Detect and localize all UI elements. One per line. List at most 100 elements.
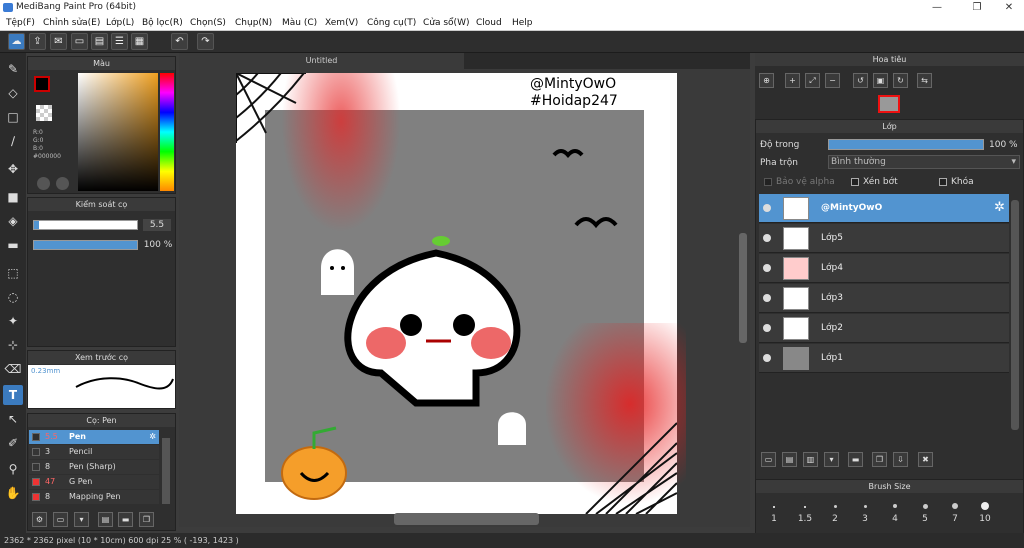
cloud-icon[interactable]: ☁ xyxy=(8,33,25,50)
navigator-thumbnail[interactable] xyxy=(878,95,900,113)
layer-item[interactable]: Lớp1 xyxy=(759,344,1009,373)
layer-menu-icon[interactable]: ▾ xyxy=(824,452,839,467)
brush-tool-icon[interactable]: ✎ xyxy=(3,59,23,79)
color-settings-icon[interactable] xyxy=(56,177,69,190)
brush-size-preset[interactable]: 5 xyxy=(910,496,940,524)
layer-item[interactable]: Lớp4 xyxy=(759,254,1009,283)
restore-button[interactable]: ❐ xyxy=(962,0,992,15)
brush-size-preset[interactable]: 10 xyxy=(970,496,1000,524)
brush-size-preset[interactable]: 1 xyxy=(759,496,789,524)
layer-opacity-slider[interactable] xyxy=(828,139,984,150)
menu-color[interactable]: Màu (C) xyxy=(282,15,317,31)
brush-list-scrollbar[interactable] xyxy=(162,438,170,504)
menu-edit[interactable]: Chỉnh sửa(E) xyxy=(43,15,100,31)
hand-tool-icon[interactable]: ✋ xyxy=(3,483,23,503)
zoom-out-icon[interactable]: − xyxy=(825,73,840,88)
brush-size-preset[interactable]: 7 xyxy=(940,496,970,524)
zoom-icon[interactable]: ⊕ xyxy=(759,73,774,88)
comment-icon[interactable]: ✉ xyxy=(50,33,67,50)
bucket-tool-icon[interactable]: ◈ xyxy=(3,211,23,231)
redo-icon[interactable]: ↷ xyxy=(197,33,214,50)
eye-icon[interactable] xyxy=(763,294,771,302)
lasso-icon[interactable]: ◌ xyxy=(3,287,23,307)
hue-slider[interactable] xyxy=(160,73,174,191)
saturation-value-picker[interactable] xyxy=(78,73,158,191)
eye-icon[interactable] xyxy=(763,354,771,362)
lock-checkbox[interactable] xyxy=(939,178,947,186)
layer-item[interactable]: Lớp3 xyxy=(759,284,1009,313)
brush-settings-icon[interactable]: ✲ xyxy=(149,430,156,444)
magic-wand-icon[interactable]: ✦ xyxy=(3,311,23,331)
layer-item[interactable]: Lớp2 xyxy=(759,314,1009,343)
rotate-left-icon[interactable]: ↺ xyxy=(853,73,868,88)
delete-layer-icon[interactable]: ✖ xyxy=(918,452,933,467)
minimize-button[interactable]: — xyxy=(922,0,952,15)
menu-filter[interactable]: Bộ lọc(R) xyxy=(142,15,183,31)
layer-list-scrollbar[interactable] xyxy=(1011,200,1019,430)
select-rect-icon[interactable]: ⬚ xyxy=(3,263,23,283)
dot-tool-icon[interactable]: ∕ xyxy=(3,131,23,151)
menu-capture[interactable]: Chụp(N) xyxy=(235,15,272,31)
new-1bit-layer-icon[interactable]: ▥ xyxy=(803,452,818,467)
rotate-right-icon[interactable]: ↻ xyxy=(893,73,908,88)
menu-cloud[interactable]: Cloud xyxy=(476,15,502,31)
foreground-color-swatch[interactable] xyxy=(34,76,50,92)
eye-icon[interactable] xyxy=(763,204,771,212)
brush-item-pencil[interactable]: 3 Pencil xyxy=(29,445,159,459)
text-tool-icon[interactable]: T xyxy=(3,385,23,405)
fill-rect-tool-icon[interactable]: ■ xyxy=(3,187,23,207)
brush-folder-icon[interactable]: ▬ xyxy=(118,512,133,527)
brush-size-preset[interactable]: 3 xyxy=(850,496,880,524)
palette-icon[interactable] xyxy=(37,177,50,190)
menu-select[interactable]: Chọn(S) xyxy=(190,15,226,31)
clipping-checkbox[interactable] xyxy=(851,178,859,186)
new-layer-icon[interactable]: ▭ xyxy=(761,452,776,467)
close-button[interactable]: ✕ xyxy=(994,0,1024,15)
drawing-canvas[interactable]: @MintyOwO #Hoidap247 xyxy=(236,73,686,514)
brush-size-preset[interactable]: 4 xyxy=(880,496,910,524)
share-icon[interactable]: ⇪ xyxy=(29,33,46,50)
zoom-in-icon[interactable]: + xyxy=(785,73,800,88)
layer-folder-icon[interactable]: ▬ xyxy=(848,452,863,467)
brush-duplicate-icon[interactable]: ❐ xyxy=(139,512,154,527)
menu-layer[interactable]: Lớp(L) xyxy=(106,15,134,31)
divide-tool-icon[interactable]: ✐ xyxy=(3,433,23,453)
brush-size-preset[interactable]: 2 xyxy=(820,496,850,524)
blend-mode-select[interactable]: Bình thường ▾ xyxy=(828,155,1020,169)
brush-size-slider[interactable] xyxy=(33,220,138,230)
operation-tool-icon[interactable]: ↖ xyxy=(3,409,23,429)
duplicate-layer-icon[interactable]: ❐ xyxy=(872,452,887,467)
select-eraser-icon[interactable]: ⌫ xyxy=(3,359,23,379)
flip-icon[interactable]: ⇆ xyxy=(917,73,932,88)
brush-item-pen[interactable]: 5.5 Pen ✲ xyxy=(29,430,159,444)
undo-icon[interactable]: ↶ xyxy=(171,33,188,50)
menu-help[interactable]: Help xyxy=(512,15,533,31)
brush-size-value[interactable]: 5.5 xyxy=(143,219,171,231)
brush-copy-icon[interactable]: ▤ xyxy=(98,512,113,527)
layer-settings-icon[interactable]: ✲ xyxy=(994,200,1005,215)
actual-size-icon[interactable]: ▣ xyxy=(873,73,888,88)
brush-size-preset[interactable]: 1.5 xyxy=(790,496,820,524)
document-icon[interactable]: ▤ xyxy=(91,33,108,50)
layer-item[interactable]: Lớp5 xyxy=(759,224,1009,253)
menu-window[interactable]: Cửa sổ(W) xyxy=(423,15,469,31)
move-tool-icon[interactable]: ✥ xyxy=(3,159,23,179)
list-icon[interactable]: ☰ xyxy=(111,33,128,50)
eye-icon[interactable] xyxy=(763,324,771,332)
vertical-scrollbar-thumb[interactable] xyxy=(739,233,747,343)
new-halftone-layer-icon[interactable]: ▤ xyxy=(782,452,797,467)
eyedropper-icon[interactable]: ⚲ xyxy=(3,459,23,479)
protect-alpha-checkbox[interactable] xyxy=(764,178,772,186)
merge-layer-icon[interactable]: ⇩ xyxy=(893,452,908,467)
layer-item[interactable]: @MintyOwO ✲ xyxy=(759,194,1009,223)
page-icon[interactable]: ▭ xyxy=(71,33,88,50)
brush-item-mapping-pen[interactable]: 8 Mapping Pen xyxy=(29,490,159,504)
document-tab[interactable]: Untitled xyxy=(179,53,464,69)
horizontal-scrollbar-thumb[interactable] xyxy=(394,513,539,525)
menu-view[interactable]: Xem(V) xyxy=(325,15,358,31)
new-brush-icon[interactable]: ▭ xyxy=(53,512,68,527)
eraser-tool-icon[interactable]: ◇ xyxy=(3,83,23,103)
grid-icon[interactable]: ▦ xyxy=(131,33,148,50)
rectangle-tool-icon[interactable]: □ xyxy=(3,107,23,127)
brush-opacity-slider[interactable] xyxy=(33,240,138,250)
